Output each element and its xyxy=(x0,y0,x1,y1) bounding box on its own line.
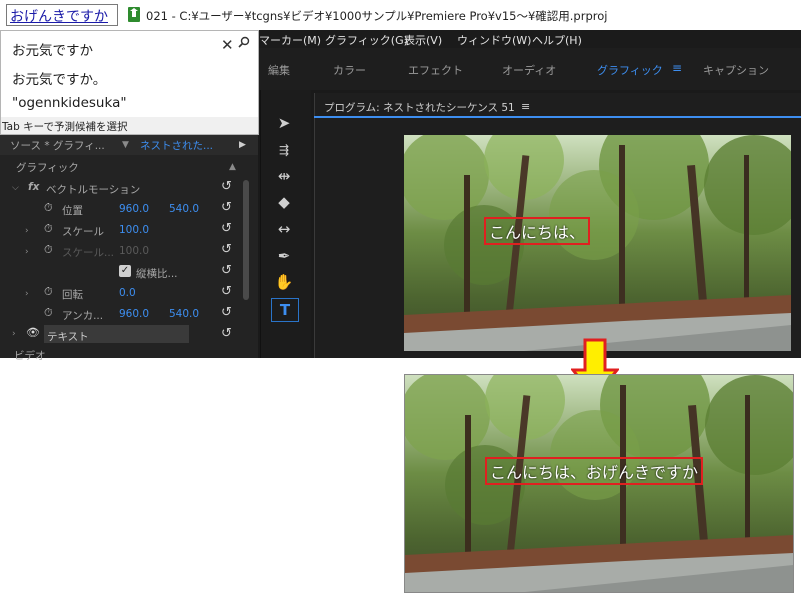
workspace-tab-effects[interactable]: エフェクト xyxy=(408,62,463,78)
menu-marker[interactable]: マーカー(M) xyxy=(259,32,321,48)
reset-icon: ↺ xyxy=(221,242,232,257)
collapse-icon[interactable]: ▲ xyxy=(229,162,236,172)
stopwatch-icon[interactable]: ⏱ xyxy=(44,285,53,299)
workspace-tab-color[interactable]: カラー xyxy=(333,62,366,78)
section-graphic: グラフィック xyxy=(16,162,79,174)
slip-tool-icon[interactable]: ↔ xyxy=(271,218,297,240)
scale-value[interactable]: 100.0 xyxy=(119,224,149,236)
program-menu-icon[interactable]: ≡ xyxy=(521,100,530,113)
reset-icon[interactable]: ↺ xyxy=(221,284,232,299)
app-icon xyxy=(128,7,140,22)
text-layer-label[interactable]: テキスト xyxy=(47,329,89,344)
workspace-menu-icon[interactable]: ≡ xyxy=(672,61,682,75)
caption-after[interactable]: こんにちは、おげんきですか xyxy=(485,457,704,485)
workspace-tab-captions[interactable]: キャプション xyxy=(703,62,769,78)
ripple-edit-tool-icon[interactable]: ⇹ xyxy=(271,165,297,187)
rotation-label: 回転 xyxy=(62,289,83,301)
sequence-label[interactable]: ネストされた... xyxy=(140,138,213,153)
video-frame-after[interactable]: こんにちは、おげんきですか xyxy=(404,374,794,593)
fx-icon: fx xyxy=(28,181,40,193)
reset-icon[interactable]: ↺ xyxy=(221,326,232,341)
ime-composition-field[interactable]: おげんきですか xyxy=(6,4,118,26)
scale-width-label: スケール... xyxy=(62,247,115,259)
stopwatch-icon: ⏱ xyxy=(44,243,53,256)
chevron-right-icon[interactable]: › xyxy=(25,226,29,236)
scale-width-value: 100.0 xyxy=(119,245,150,257)
workspace-tab-audio[interactable]: オーディオ xyxy=(502,62,556,78)
uniform-scale-label: 縦横比... xyxy=(136,268,178,280)
forest-image xyxy=(404,135,791,351)
anchor-y-value[interactable]: 540.0 xyxy=(169,308,199,320)
stopwatch-icon[interactable]: ⏱ xyxy=(44,201,53,215)
eye-icon[interactable]: 👁 xyxy=(26,326,40,339)
position-y-value[interactable]: 540.0 xyxy=(169,203,199,215)
selection-tool-icon[interactable]: ➤ xyxy=(271,112,297,134)
reset-icon[interactable]: ↺ xyxy=(221,221,232,236)
program-monitor-title: プログラム: ネストされたシーケンス 51 xyxy=(324,102,515,114)
chevron-down-icon[interactable]: ⌵ xyxy=(12,183,19,193)
scrollbar[interactable] xyxy=(243,180,249,300)
menu-help[interactable]: ヘルプ(H) xyxy=(532,32,582,48)
pen-tool-icon[interactable]: ✒ xyxy=(271,245,297,267)
chevron-right-icon[interactable]: › xyxy=(12,329,16,339)
ime-footer: Tab キーで予測候補を選択 xyxy=(1,117,258,134)
ime-composition-text: おげんきですか xyxy=(10,9,108,25)
panel-menu-icon[interactable]: ▶ xyxy=(239,140,246,150)
position-x-value[interactable]: 960.0 xyxy=(119,203,149,215)
reset-icon[interactable]: ↺ xyxy=(221,305,232,320)
ime-candidate-3[interactable]: "ogennkidesuka" xyxy=(12,95,127,111)
motion-label: ベクトルモーション xyxy=(46,184,141,196)
ime-footer-text: Tab キーで予測候補を選択 xyxy=(2,121,128,133)
ime-candidate-2[interactable]: お元気ですか。 xyxy=(12,68,106,88)
chevron-right-icon: › xyxy=(25,247,29,257)
essential-graphics-header: ソース * グラフィ... ▼ ネストされた... ▶ xyxy=(0,135,258,155)
caption-before[interactable]: こんにちは、 xyxy=(484,217,591,245)
stopwatch-icon[interactable]: ⏱ xyxy=(44,306,53,320)
reset-icon[interactable]: ↺ xyxy=(221,263,232,278)
scale-label: スケール xyxy=(62,226,104,238)
ime-candidate-1[interactable]: お元気ですか xyxy=(12,39,93,59)
menu-window[interactable]: ウィンドウ(W) xyxy=(457,32,531,48)
reset-icon[interactable]: ↺ xyxy=(221,179,232,194)
workspace-tab-graphics[interactable]: グラフィック xyxy=(597,62,663,78)
program-monitor-active-line xyxy=(314,116,801,118)
hand-tool-icon[interactable]: ✋ xyxy=(271,271,297,293)
chevron-right-icon[interactable]: › xyxy=(25,289,29,299)
search-icon[interactable] xyxy=(238,36,250,50)
video-frame-before[interactable]: こんにちは、 xyxy=(404,135,791,351)
video-label: ビデオ xyxy=(14,350,46,362)
rotation-value[interactable]: 0.0 xyxy=(119,287,136,299)
reset-icon[interactable]: ↺ xyxy=(221,200,232,215)
menu-graphics[interactable]: グラフィック(G) xyxy=(325,32,408,48)
window-title: 021 - C:¥ユーザー¥tcgns¥ビデオ¥1000サンプル¥Premier… xyxy=(146,9,608,23)
menu-view[interactable]: 表示(V) xyxy=(404,32,442,48)
anchor-x-value[interactable]: 960.0 xyxy=(119,308,149,320)
track-select-tool-icon[interactable]: ⇶ xyxy=(271,139,297,161)
anchor-label: アンカ... xyxy=(62,310,104,322)
close-icon[interactable]: ✕ xyxy=(221,36,234,54)
workspace-tab-edit[interactable]: 編集 xyxy=(268,62,290,78)
position-label: 位置 xyxy=(62,205,83,217)
chevron-down-icon[interactable]: ▼ xyxy=(122,140,129,150)
stopwatch-icon[interactable]: ⏱ xyxy=(44,222,53,236)
uniform-scale-checkbox[interactable]: ✓ xyxy=(119,265,131,277)
type-tool-icon[interactable]: T xyxy=(271,298,299,322)
source-label[interactable]: ソース * グラフィ... xyxy=(10,138,105,153)
razor-tool-icon[interactable]: ◆ xyxy=(271,191,297,213)
